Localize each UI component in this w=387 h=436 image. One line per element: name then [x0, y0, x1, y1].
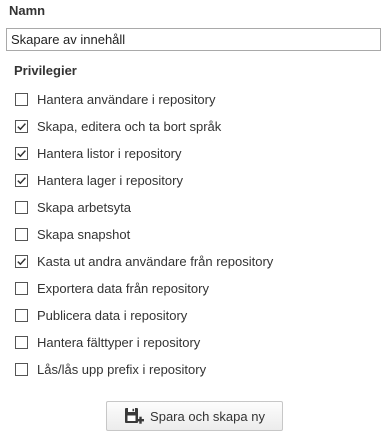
- privilege-checkbox[interactable]: [15, 282, 28, 295]
- privilege-checkbox[interactable]: [15, 309, 28, 322]
- save-new-icon: [125, 408, 145, 424]
- name-label: Namn: [9, 3, 46, 18]
- privilege-label: Lås/lås upp prefix i repository: [37, 362, 207, 377]
- privilege-label: Hantera listor i repository: [37, 146, 182, 161]
- privilege-label: Hantera användare i repository: [37, 92, 216, 107]
- privilege-checkbox[interactable]: [15, 255, 28, 268]
- privilege-label: Hantera lager i repository: [37, 173, 183, 188]
- privilege-item[interactable]: Publicera data i repository: [15, 302, 273, 329]
- privilege-checkbox[interactable]: [15, 363, 28, 376]
- privilege-item[interactable]: Hantera lager i repository: [15, 167, 273, 194]
- privilege-label: Exportera data från repository: [37, 281, 209, 296]
- privileges-list: Hantera användare i repository Skapa, ed…: [15, 86, 273, 383]
- privilege-item[interactable]: Skapa snapshot: [15, 221, 273, 248]
- privilege-checkbox[interactable]: [15, 228, 28, 241]
- privilege-checkbox[interactable]: [15, 120, 28, 133]
- privilege-item[interactable]: Hantera listor i repository: [15, 140, 273, 167]
- privilege-label: Skapa arbetsyta: [37, 200, 131, 215]
- privilege-item[interactable]: Exportera data från repository: [15, 275, 273, 302]
- privilege-checkbox[interactable]: [15, 147, 28, 160]
- privilege-checkbox[interactable]: [15, 201, 28, 214]
- privilege-checkbox[interactable]: [15, 174, 28, 187]
- privilege-label: Skapa, editera och ta bort språk: [37, 119, 222, 134]
- privilege-label: Skapa snapshot: [37, 227, 131, 242]
- privilege-item[interactable]: Hantera användare i repository: [15, 86, 273, 113]
- privilege-label: Hantera fälttyper i repository: [37, 335, 201, 350]
- name-input[interactable]: [6, 28, 381, 51]
- privilege-item[interactable]: Hantera fälttyper i repository: [15, 329, 273, 356]
- checkmark-icon: [17, 150, 26, 158]
- privileges-label: Privilegier: [14, 63, 77, 78]
- privilege-item[interactable]: Lås/lås upp prefix i repository: [15, 356, 273, 383]
- privilege-item[interactable]: Kasta ut andra användare från repository: [15, 248, 273, 275]
- checkmark-icon: [17, 123, 26, 131]
- privilege-label: Publicera data i repository: [37, 308, 188, 323]
- save-button-label: Spara och skapa ny: [150, 408, 265, 424]
- privilege-label: Kasta ut andra användare från repository: [37, 254, 274, 269]
- privilege-item[interactable]: Skapa, editera och ta bort språk: [15, 113, 273, 140]
- privilege-checkbox[interactable]: [15, 93, 28, 106]
- privilege-item[interactable]: Skapa arbetsyta: [15, 194, 273, 221]
- checkmark-icon: [17, 258, 26, 266]
- privilege-checkbox[interactable]: [15, 336, 28, 349]
- save-and-create-new-button[interactable]: Spara och skapa ny: [106, 401, 283, 431]
- checkmark-icon: [17, 177, 26, 185]
